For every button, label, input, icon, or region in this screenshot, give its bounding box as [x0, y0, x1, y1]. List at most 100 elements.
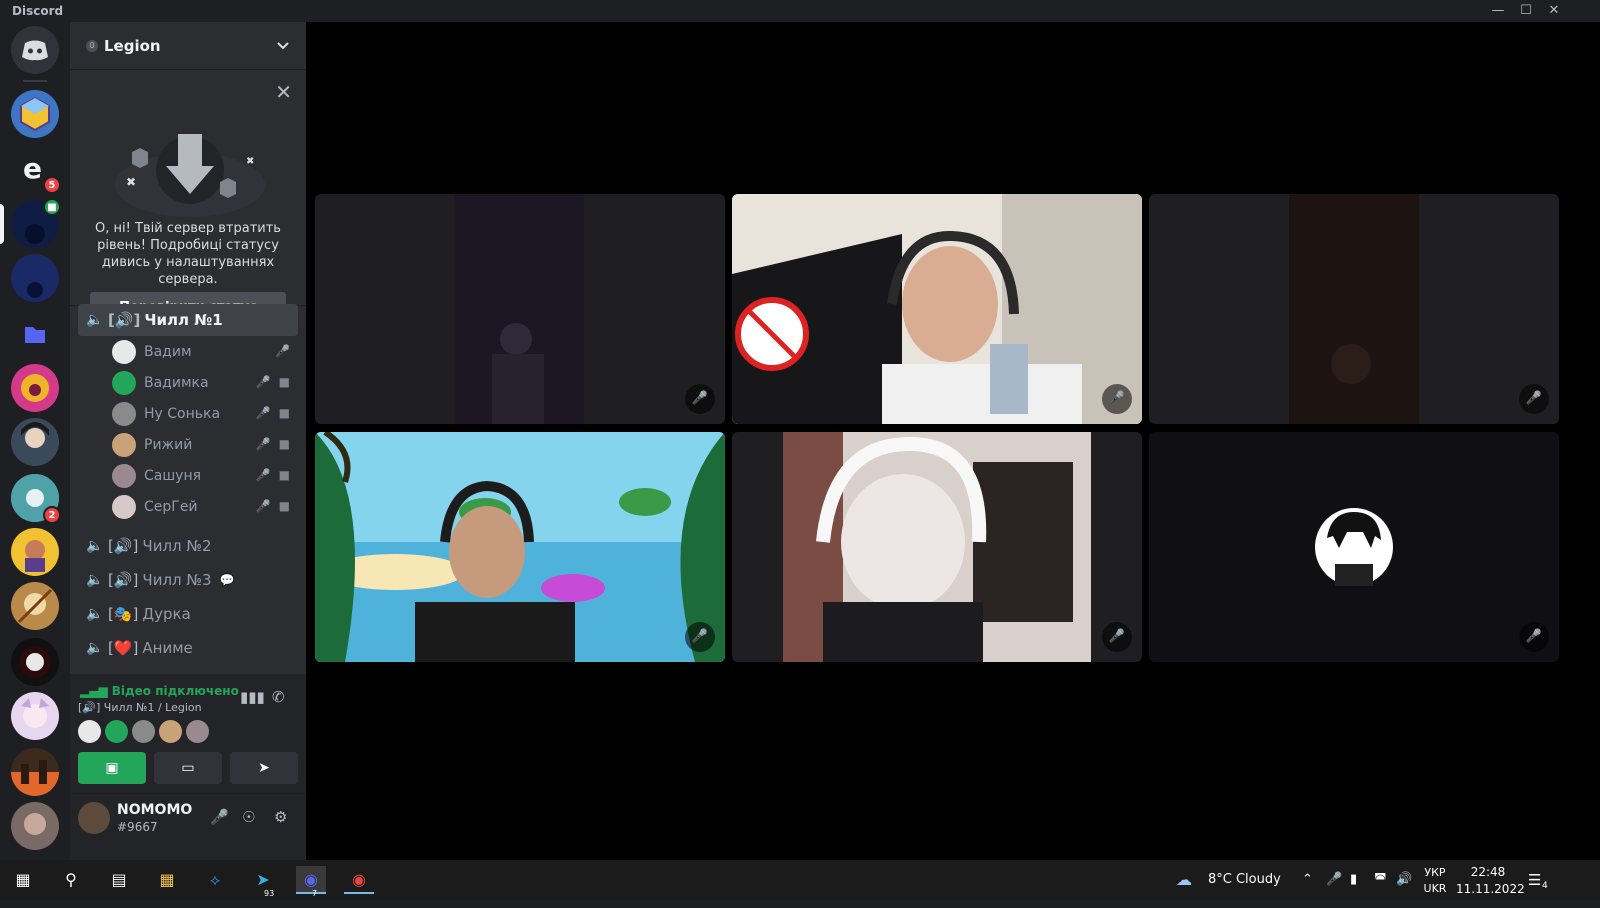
active-guild-pill	[0, 204, 4, 244]
notifications-icon[interactable]: ☰	[1528, 860, 1541, 900]
avatar[interactable]	[78, 802, 110, 834]
voice-member[interactable]: Рижий 🎤 ■	[112, 429, 306, 460]
guild-icon-12[interactable]	[11, 692, 59, 740]
weather-text[interactable]: 8°C Cloudy	[1208, 860, 1281, 900]
channel-prefix: [🎭]	[108, 605, 139, 623]
wifi-icon[interactable]: ◚	[1374, 860, 1387, 900]
guild-icon-10[interactable]	[11, 582, 59, 630]
webcam-feed	[732, 194, 1142, 424]
server-header[interactable]: 0 Legion	[70, 22, 306, 70]
video-tile[interactable]: 🎤	[732, 432, 1142, 662]
guild-icon-13[interactable]	[11, 748, 59, 796]
close-window-button[interactable]: ✕	[1541, 2, 1567, 20]
signal-icon: ▂▄▆	[80, 684, 108, 698]
guild-icon-6[interactable]	[11, 364, 59, 412]
minimize-button[interactable]: —	[1485, 2, 1511, 20]
avatar	[112, 370, 136, 395]
noise-suppression-icon[interactable]: ▮▮▮	[240, 688, 265, 706]
channel-name: Чилл №1	[144, 311, 223, 329]
video-tile[interactable]: 🎤	[315, 432, 725, 662]
voice-status: ▂▄▆ Відео підключено	[80, 684, 239, 698]
chrome-icon[interactable]: ◉	[344, 866, 374, 894]
video-feed	[783, 432, 1091, 662]
guild-icon-1[interactable]	[11, 90, 59, 138]
title-bar: Discord — ☐ ✕	[0, 0, 1600, 22]
chevron-down-icon	[277, 41, 289, 49]
voice-member[interactable]: Сашуня 🎤 ■	[112, 460, 306, 491]
close-icon[interactable]: ✕	[275, 80, 292, 104]
voice-channel-chill-2[interactable]: 🔈 [🔊] Чилл №2	[78, 530, 298, 562]
voice-member[interactable]: Ну Сонька 🎤 ■	[112, 398, 306, 429]
activity-button[interactable]: ➤	[230, 752, 298, 784]
home-button[interactable]	[11, 26, 59, 74]
fire-city-icon	[11, 760, 59, 796]
disconnect-icon[interactable]: ✆	[272, 688, 285, 706]
microphone-icon[interactable]: 🎤	[1326, 860, 1342, 900]
member-name: СерГей	[144, 498, 198, 515]
screen-share-button[interactable]: ▭	[154, 752, 222, 784]
file-explorer-icon[interactable]: ▦	[152, 866, 182, 894]
language-bottom[interactable]: UKR	[1422, 882, 1448, 895]
video-tile[interactable]: 🎤	[315, 194, 725, 424]
mute-icon: 🎤	[255, 499, 271, 513]
cube-icon	[20, 96, 50, 132]
video-feed	[454, 194, 584, 424]
samurai-icon	[19, 646, 51, 678]
voice-member[interactable]: СерГей 🎤 ■	[112, 491, 306, 522]
mute-icon: 🎤	[255, 468, 271, 482]
voice-channel-chill-1[interactable]: 🔈 [🔊] Чилл №1	[78, 304, 298, 336]
avatar-tile	[1315, 508, 1393, 586]
guild-icon-legion[interactable]: ■	[11, 198, 61, 248]
dark-webcam-feed	[1331, 344, 1371, 384]
camera-icon: ■	[278, 468, 290, 482]
language-top[interactable]: УКР	[1422, 866, 1448, 879]
avatar	[112, 339, 136, 364]
channel-prefix: [🔊]	[108, 537, 139, 555]
channel-name: Чилл №2	[142, 537, 212, 555]
vscode-icon[interactable]: ⟡	[200, 866, 230, 894]
muted-icon: 🎤	[1519, 622, 1549, 652]
guild-icon-2[interactable]: e 5	[11, 144, 61, 194]
voice-channel-durka[interactable]: 🔈 [🎭] Дурка	[78, 598, 298, 630]
guild-icon-4[interactable]	[11, 254, 59, 302]
voice-channel-anime[interactable]: 🔈 [❤️] Аниме	[78, 632, 298, 664]
clock-date[interactable]: 11.11.2022	[1456, 882, 1525, 896]
member-name: Ну Сонька	[144, 405, 221, 422]
gear-icon[interactable]: ⚙	[274, 808, 287, 826]
channel-name: Дурка	[142, 605, 191, 623]
folder-icon	[25, 327, 45, 343]
camera-icon: ▣	[105, 760, 119, 776]
guild-icon-7[interactable]	[11, 418, 59, 466]
guild-icon-11[interactable]	[11, 638, 59, 686]
battery-icon[interactable]: ▮	[1350, 860, 1357, 900]
search-icon[interactable]: ⚲	[56, 866, 86, 894]
maximize-button[interactable]: ☐	[1513, 2, 1539, 20]
chat-bubble-icon[interactable]: 💬	[220, 573, 235, 587]
screen-share-icon: ▭	[181, 760, 195, 776]
voice-member[interactable]: Вадимка 🎤 ■	[112, 367, 306, 398]
avatar	[112, 401, 136, 426]
voice-member[interactable]: Вадим 🎤	[112, 336, 306, 367]
telegram-icon[interactable]: ➤ 93	[248, 866, 278, 898]
camera-toggle-button[interactable]: ▣	[78, 752, 146, 784]
server-folder[interactable]	[11, 310, 59, 358]
server-name: Legion	[104, 36, 161, 55]
user-panel: NOMOMO #9667 🎤 ☉ ⚙	[70, 794, 306, 860]
guild-icon-14[interactable]	[11, 802, 59, 850]
clock-time[interactable]: 22:48	[1456, 865, 1520, 879]
discord-taskbar-icon[interactable]: ◉ 7	[296, 866, 326, 898]
video-tile[interactable]: 🎤	[1149, 194, 1559, 424]
chevron-up-icon[interactable]: ⌃	[1302, 860, 1313, 900]
guild-icon-8[interactable]: 2	[11, 474, 61, 524]
volume-icon[interactable]: 🔊	[1396, 860, 1412, 900]
muted-icon: 🎤	[1519, 384, 1549, 414]
task-view-icon[interactable]: ▤	[104, 866, 134, 894]
voice-channel-chill-3[interactable]: 🔈 [🔊] Чилл №3 💬	[78, 564, 298, 596]
video-tile[interactable]: 🎤	[732, 194, 1142, 424]
headphones-icon[interactable]: ☉	[242, 808, 255, 826]
mute-icon[interactable]: 🎤	[210, 808, 229, 826]
video-tile[interactable]: 🎤	[1149, 432, 1559, 662]
start-button[interactable]: ▦	[8, 866, 38, 894]
guild-icon-9[interactable]	[11, 528, 59, 576]
character-icon	[25, 540, 45, 572]
